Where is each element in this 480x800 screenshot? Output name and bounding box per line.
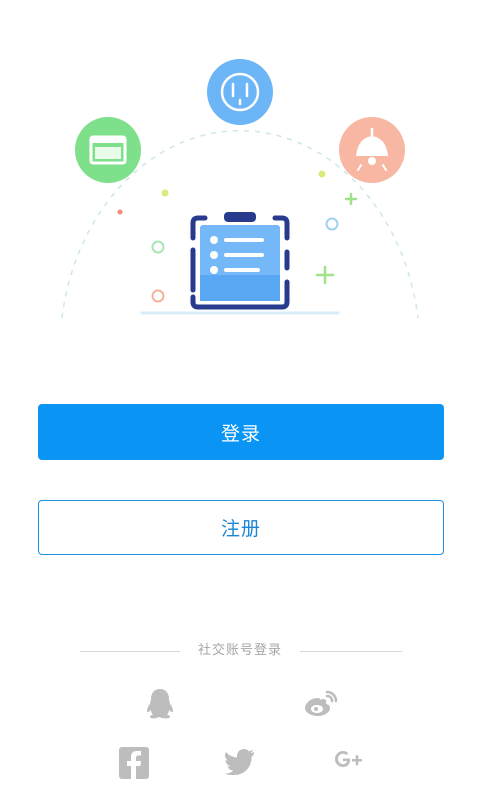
- power-outlet-icon: [207, 59, 273, 125]
- register-button[interactable]: 注册: [38, 500, 444, 555]
- hero-illustration: [61, 59, 419, 319]
- login-button[interactable]: 登录: [38, 404, 444, 460]
- google-plus-icon[interactable]: [333, 750, 363, 778]
- browser-window-icon: [75, 117, 141, 183]
- qq-icon[interactable]: [145, 688, 175, 720]
- ceiling-lamp-icon: [339, 117, 405, 183]
- social-login-title: 社交账号登录: [197, 643, 282, 658]
- twitter-icon[interactable]: [225, 749, 255, 775]
- facebook-icon[interactable]: [119, 747, 149, 779]
- clipboard-icon: [190, 212, 290, 310]
- divider-line-right: [300, 651, 402, 652]
- divider-line-left: [80, 651, 180, 652]
- weibo-icon[interactable]: [304, 689, 338, 717]
- social-login-divider: 社交账号登录: [80, 641, 402, 661]
